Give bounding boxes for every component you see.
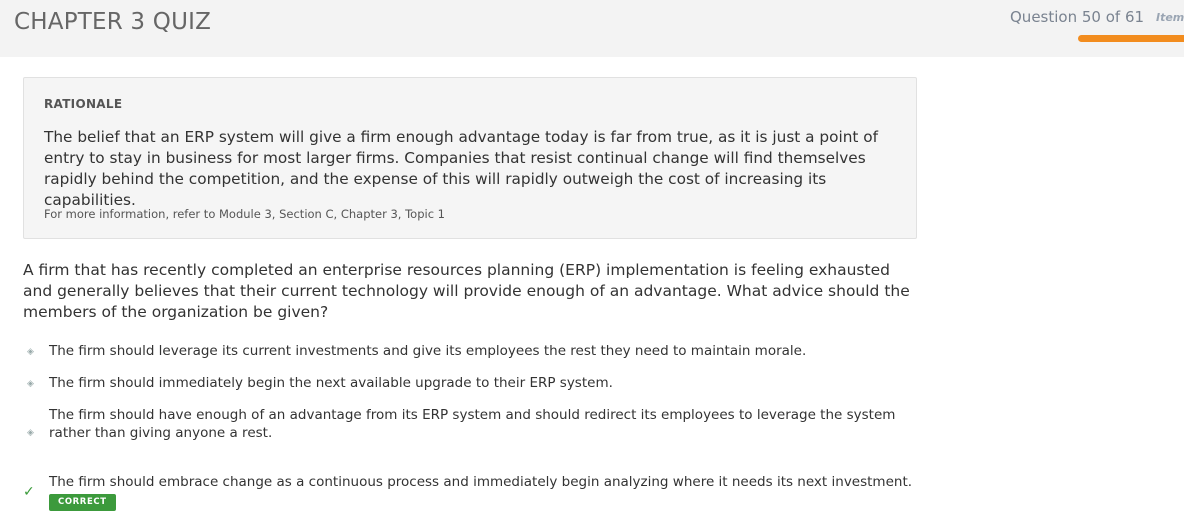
question-counter: Question 50 of 61	[1010, 8, 1145, 26]
checkmark-icon: ✓	[23, 484, 35, 500]
rationale-reference: For more information, refer to Module 3,…	[44, 207, 445, 221]
rationale-heading: RATIONALE	[44, 97, 123, 111]
answer-option-correct[interactable]: The firm should embrace change as a cont…	[49, 473, 919, 491]
diamond-bullet-icon: ◈	[27, 428, 34, 438]
question-text: A firm that has recently completed an en…	[23, 261, 910, 321]
quiz-header: CHAPTER 3 QUIZ Question 50 of 61 Item	[0, 0, 1184, 57]
diamond-bullet-icon: ◈	[27, 347, 34, 357]
quiz-title: CHAPTER 3 QUIZ	[14, 9, 212, 35]
item-label[interactable]: Item	[1156, 11, 1184, 24]
rationale-panel: RATIONALE The belief that an ERP system …	[23, 77, 917, 239]
diamond-bullet-icon: ◈	[27, 379, 34, 389]
answer-option[interactable]: The firm should have enough of an advant…	[49, 406, 919, 442]
progress-bar	[1078, 35, 1184, 42]
rationale-body: The belief that an ERP system will give …	[44, 128, 879, 209]
answer-option[interactable]: The firm should immediately begin the ne…	[49, 374, 919, 392]
answer-option[interactable]: The firm should leverage its current inv…	[49, 342, 919, 360]
correct-badge: CORRECT	[49, 494, 116, 511]
